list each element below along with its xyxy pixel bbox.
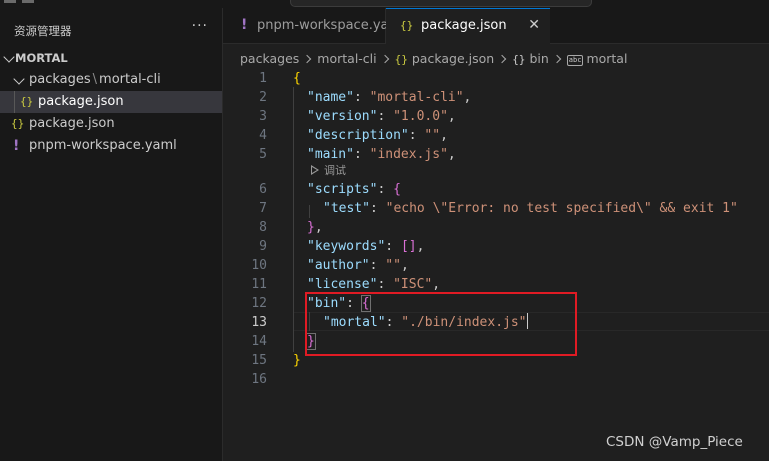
- highlight-annotation-box: [305, 292, 577, 356]
- tree-item-package-json[interactable]: {} package.json: [0, 113, 222, 135]
- json-file-icon: {}: [11, 117, 25, 130]
- code-line: },: [307, 220, 323, 235]
- debug-codelens[interactable]: 调试: [311, 163, 346, 179]
- watermark: CSDN @Vamp_Piece: [606, 434, 743, 450]
- json-file-icon: {}: [394, 53, 408, 66]
- explorer-title: 资源管理器: [14, 24, 72, 38]
- menu-icon[interactable]: [22, 0, 34, 3]
- code-editor[interactable]: 1 2 3 4 5 6 7 8 9 10 11 12 13 14 15 16 {…: [223, 68, 769, 461]
- object-icon: {}: [512, 53, 526, 66]
- subfolder-label: mortal-cli: [99, 72, 161, 87]
- line-number: 12: [251, 296, 267, 311]
- tab-label: package.json: [421, 18, 507, 33]
- code-line: "test": "echo \"Error: no test specified…: [323, 201, 738, 216]
- file-label: package.json: [29, 116, 115, 131]
- project-folder[interactable]: MORTAL: [0, 47, 222, 69]
- line-number: 7: [259, 201, 267, 216]
- folder-label: packages: [29, 72, 91, 87]
- title-bar: [0, 0, 769, 8]
- command-center[interactable]: [290, 0, 592, 7]
- breadcrumb: packages mortal-cli{} package.json{} bin abc…: [240, 50, 627, 68]
- line-number: 16: [251, 372, 267, 387]
- file-label: pnpm-workspace.yaml: [29, 138, 177, 153]
- line-number: 9: [259, 239, 267, 254]
- tab-bar: ! pnpm-workspace.yaml {} package.json ✕: [223, 8, 769, 44]
- tree-item-package-json-nested[interactable]: {} package.json: [0, 91, 222, 113]
- breadcrumb-key[interactable]: bin: [529, 51, 548, 66]
- line-number: 3: [259, 109, 267, 124]
- tab-label: pnpm-workspace.yaml: [257, 18, 405, 33]
- breadcrumb-item[interactable]: packages: [240, 51, 299, 66]
- code-line: "main": "index.js",: [307, 147, 456, 162]
- code-line: "description": "",: [307, 128, 448, 143]
- json-file-icon: {}: [400, 19, 414, 32]
- breadcrumb-symbol[interactable]: mortal: [586, 51, 627, 66]
- file-label: package.json: [38, 94, 124, 109]
- code-line: "keywords": [],: [307, 239, 425, 254]
- chevron-right-icon: [303, 54, 312, 64]
- code-line: "name": "mortal-cli",: [307, 90, 472, 105]
- chevron-down-icon: [3, 51, 15, 63]
- codelens-label: 调试: [324, 164, 346, 177]
- close-icon[interactable]: ✕: [528, 9, 540, 42]
- more-actions-icon[interactable]: ···: [192, 18, 208, 34]
- tree-item-packages[interactable]: packages \ mortal-cli: [0, 69, 222, 91]
- line-number: 10: [251, 258, 267, 273]
- chevron-down-icon: [13, 73, 25, 85]
- line-number: 6: [259, 182, 267, 197]
- breadcrumb-item[interactable]: mortal-cli: [317, 51, 376, 66]
- chevron-right-icon: [380, 54, 389, 64]
- code-line: "version": "1.0.0",: [307, 109, 456, 124]
- breadcrumb-file[interactable]: package.json: [412, 51, 494, 66]
- tab-pnpm-workspace[interactable]: ! pnpm-workspace.yaml: [223, 8, 405, 43]
- chevron-right-icon: [497, 54, 507, 64]
- yaml-file-icon: !: [13, 138, 20, 154]
- line-number: 4: [259, 128, 267, 143]
- indent-guide: [309, 205, 310, 218]
- code-line: "author": "",: [307, 258, 409, 273]
- code-line: }: [293, 353, 301, 368]
- project-name: MORTAL: [15, 51, 68, 65]
- line-number: 8: [259, 220, 267, 235]
- menu-icon[interactable]: [4, 0, 16, 3]
- line-number: 11: [251, 277, 267, 292]
- line-number: 14: [251, 334, 267, 349]
- path-separator: \: [92, 72, 98, 87]
- line-number: 1: [259, 71, 267, 86]
- play-icon: [311, 165, 319, 175]
- chevron-right-icon: [552, 54, 562, 64]
- indent-guide: [14, 91, 15, 113]
- line-number-current: 13: [251, 315, 267, 330]
- tree-item-pnpm-workspace[interactable]: ! pnpm-workspace.yaml: [0, 135, 222, 157]
- line-number: 15: [251, 353, 267, 368]
- code-line: "scripts": {: [307, 182, 401, 197]
- yaml-file-icon: !: [241, 17, 248, 33]
- string-symbol-icon: abc: [566, 55, 584, 66]
- explorer-sidebar: 资源管理器 ··· MORTAL packages \ mortal-cli {} …: [0, 8, 223, 461]
- json-file-icon: {}: [20, 95, 34, 108]
- indent-guide: [293, 87, 294, 352]
- line-number: 5: [259, 147, 267, 162]
- line-number: 2: [259, 90, 267, 105]
- code-line: {: [293, 71, 301, 86]
- tab-package-json[interactable]: {} package.json ✕: [386, 8, 550, 44]
